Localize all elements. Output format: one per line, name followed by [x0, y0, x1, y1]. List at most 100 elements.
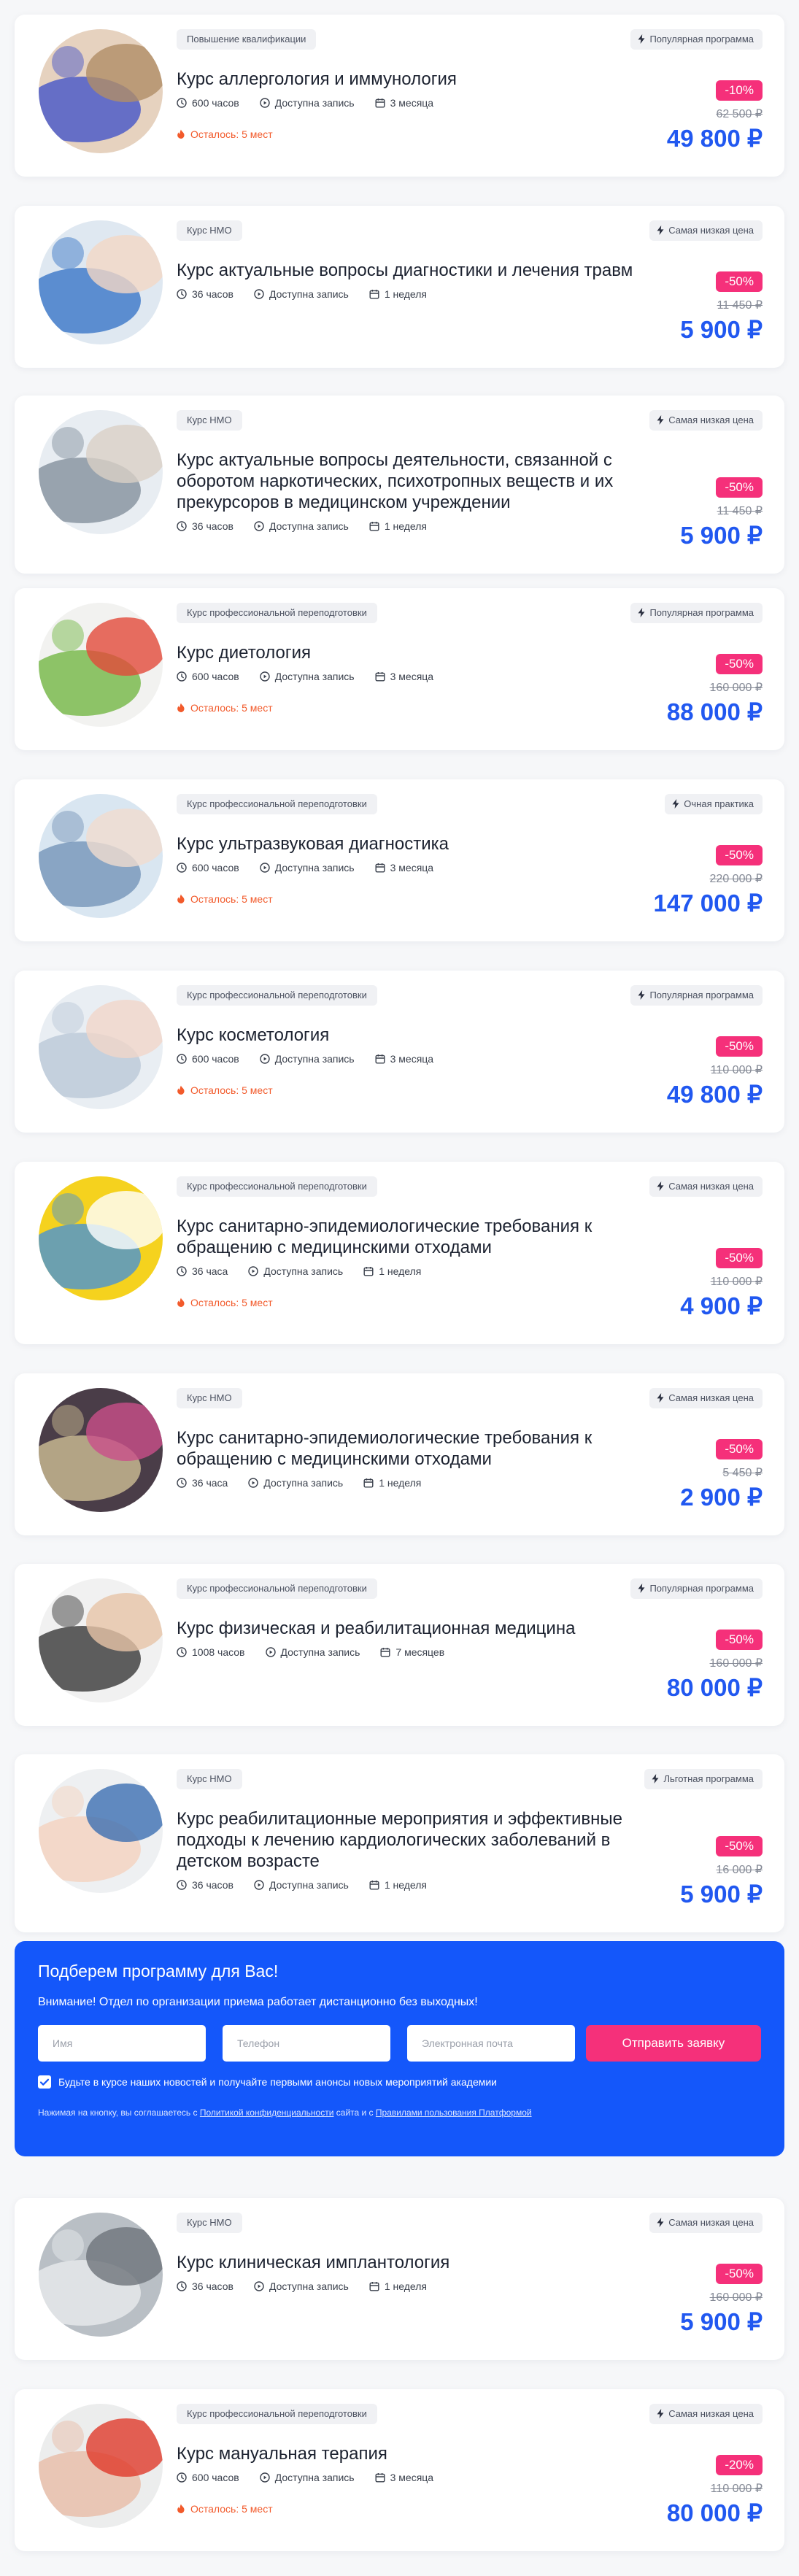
category-tag: Курс профессиональной переподготовки [177, 1176, 377, 1197]
lightning-icon [652, 1774, 659, 1783]
play-icon [260, 2472, 270, 2483]
course-card[interactable]: Курс НМО Льготная программа Курс реабилита… [15, 1754, 784, 1932]
clock-icon [177, 98, 187, 108]
play-icon [248, 1266, 259, 1276]
course-title[interactable]: Курс клиническая имплантология [177, 2252, 644, 2273]
program-badge: Самая низкая цена [649, 1388, 763, 1408]
course-image[interactable] [39, 985, 163, 1109]
course-card[interactable]: Курс профессиональной переподготовки Сама… [15, 1162, 784, 1344]
course-title[interactable]: Курс актуальные вопросы деятельности, св… [177, 450, 644, 513]
duration-info: 1 неделя [369, 1879, 427, 1891]
program-badge-label: Самая низкая цена [668, 1392, 754, 1403]
course-card[interactable]: Курс профессиональной переподготовки Очна… [15, 779, 784, 941]
play-icon [265, 1647, 276, 1657]
course-title[interactable]: Курс ультразвуковая диагностика [177, 833, 644, 855]
hours-info: 36 часов [177, 288, 233, 300]
course-title[interactable]: Курс физическая и реабилитационная медиц… [177, 1618, 644, 1639]
enrollment-info: Доступна запись [260, 1053, 355, 1065]
dental-xray-photo [39, 2213, 163, 2337]
hours-text: 600 часов [192, 1053, 239, 1065]
program-badge: Очная практика [665, 794, 763, 814]
course-title[interactable]: Курс санитарно-эпидемиологические требов… [177, 1427, 644, 1470]
course-meta: 600 часов Доступна запись 3 месяца [177, 97, 454, 109]
submit-button[interactable]: Отправить заявку [586, 2025, 761, 2062]
old-price: 220 000 ₽ [709, 873, 763, 885]
course-image[interactable] [39, 220, 163, 344]
discount-badge: -50% [716, 1248, 763, 1268]
petri-dish-photo [39, 1388, 163, 1512]
course-title[interactable]: Курс косметология [177, 1025, 644, 1046]
course-image[interactable] [39, 410, 163, 534]
course-card[interactable]: Курс профессиональной переподготовки Попу… [15, 1564, 784, 1726]
duration-text: 1 неделя [379, 1265, 422, 1277]
course-card[interactable]: Курс НМО Самая низкая цена Курс актуальные… [15, 396, 784, 574]
enrollment-info: Доступна запись [254, 520, 349, 532]
duration-info: 3 месяца [375, 2472, 433, 2483]
hours-text: 600 часов [192, 671, 239, 682]
hours-info: 600 часов [177, 2472, 239, 2483]
play-icon [254, 2281, 264, 2291]
hours-text: 600 часов [192, 862, 239, 874]
newsletter-checkbox[interactable] [38, 2075, 51, 2089]
course-meta: 36 часов Доступна запись 1 неделя [177, 1879, 447, 1891]
course-card[interactable]: Курс профессиональной переподготовки Попу… [15, 588, 784, 750]
platform-rules-link[interactable]: Правилами пользования Платформой [376, 2108, 532, 2118]
course-title[interactable]: Курс реабилитационные мероприятия и эффе… [177, 1808, 644, 1872]
lightning-icon [672, 799, 679, 809]
places-left: Осталось: 5 мест [177, 1297, 273, 1308]
category-tag: Курс профессиональной переподготовки [177, 2404, 377, 2424]
calendar-icon [375, 99, 385, 108]
course-image[interactable] [39, 1578, 163, 1702]
lightning-icon [657, 2409, 664, 2418]
hours-info: 1008 часов [177, 1646, 245, 1658]
old-price: 110 000 ₽ [710, 1276, 763, 1288]
duration-text: 1 неделя [384, 2280, 427, 2292]
course-image[interactable] [39, 603, 163, 727]
program-badge: Самая низкая цена [649, 2404, 763, 2424]
category-tag: Курс НМО [177, 220, 242, 241]
course-image[interactable] [39, 1388, 163, 1512]
discount-badge: -50% [716, 1439, 763, 1459]
calendar-icon [363, 1267, 374, 1276]
course-image[interactable] [39, 29, 163, 153]
name-input[interactable] [38, 2025, 206, 2062]
phone-input[interactable] [223, 2025, 390, 2062]
course-image[interactable] [39, 794, 163, 918]
course-title[interactable]: Курс актуальные вопросы диагностики и ле… [177, 260, 644, 281]
course-card[interactable]: Курс профессиональной переподготовки Попу… [15, 971, 784, 1133]
course-title[interactable]: Курс санитарно-эпидемиологические требов… [177, 1216, 644, 1258]
course-card[interactable]: Курс профессиональной переподготовки Сама… [15, 2389, 784, 2551]
course-card[interactable]: Повышение квалификации Популярная програм… [15, 15, 784, 177]
course-meta: 36 часов Доступна запись 1 неделя [177, 2280, 447, 2292]
discount-badge: -10% [716, 80, 763, 101]
course-image[interactable] [39, 2404, 163, 2528]
enrollment-text: Доступна запись [269, 288, 349, 300]
course-title[interactable]: Курс аллергология и иммунология [177, 69, 644, 90]
course-title[interactable]: Курс мануальная терапия [177, 2443, 644, 2464]
course-image[interactable] [39, 1176, 163, 1300]
program-badge: Популярная программа [630, 603, 763, 623]
course-card[interactable]: Курс НМО Самая низкая цена Курс санитарно-… [15, 1373, 784, 1535]
places-left-text: Осталось: 5 мест [190, 128, 273, 140]
discount-badge: -50% [716, 2264, 763, 2284]
course-image[interactable] [39, 2213, 163, 2337]
hours-info: 36 часов [177, 1879, 233, 1891]
duration-info: 1 неделя [363, 1477, 421, 1489]
hours-text: 36 часов [192, 520, 233, 532]
places-left-text: Осталось: 5 мест [190, 1084, 273, 1096]
places-left-text: Осталось: 5 мест [190, 1297, 273, 1308]
course-image[interactable] [39, 1769, 163, 1893]
duration-text: 1 неделя [384, 1879, 427, 1891]
course-meta: 1008 часов Доступна запись 7 месяцев [177, 1646, 465, 1658]
course-card[interactable]: Курс НМО Самая низкая цена Курс актуальные… [15, 206, 784, 368]
course-card[interactable]: Курс НМО Самая низкая цена Курс клиническа… [15, 2198, 784, 2360]
privacy-policy-link[interactable]: Политикой конфиденциальности [200, 2108, 334, 2118]
checkmark-icon [39, 2078, 50, 2086]
play-icon [254, 521, 264, 531]
program-badge-label: Самая низкая цена [668, 2408, 754, 2419]
course-title[interactable]: Курс диетология [177, 642, 644, 663]
category-tag: Курс профессиональной переподготовки [177, 985, 377, 1006]
program-badge-label: Очная практика [684, 798, 754, 809]
email-input[interactable] [407, 2025, 575, 2062]
clock-icon [177, 2281, 187, 2291]
